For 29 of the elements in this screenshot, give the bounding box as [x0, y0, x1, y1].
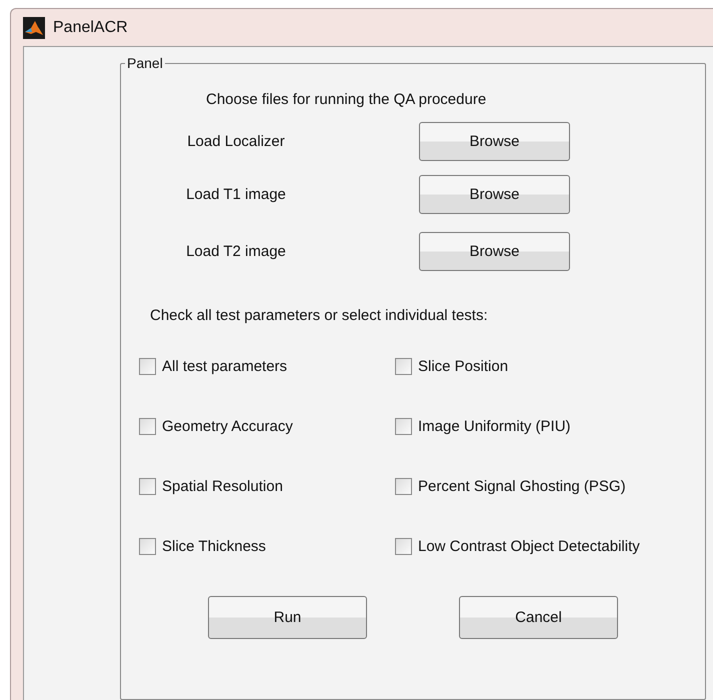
checkbox[interactable] — [395, 418, 412, 434]
panel-title: Panel — [126, 55, 164, 71]
checkbox-label: All test parameters — [162, 358, 288, 374]
checkbox-label: Low Contrast Object Detectability — [418, 538, 640, 554]
file-label: Load Localizer — [186, 133, 286, 150]
checkbox-label: Spatial Resolution — [162, 478, 283, 494]
checkbox[interactable] — [395, 538, 412, 554]
cancel-button[interactable]: Cancel — [459, 596, 618, 639]
browse-button[interactable]: Browse — [419, 232, 570, 271]
file-label: Load T1 image — [185, 186, 287, 203]
checkbox-label: Image Uniformity (PIU) — [418, 418, 571, 434]
checkbox[interactable] — [395, 358, 412, 374]
checkbox-label: Slice Position — [418, 358, 508, 374]
instruction-text: Choose files for running the QA procedure — [206, 91, 488, 108]
tests-prompt: Check all test parameters or select individual tests: — [150, 307, 489, 324]
checkbox-label: Percent Signal Ghosting (PSG) — [418, 478, 626, 494]
checkbox[interactable] — [139, 538, 156, 554]
checkbox[interactable] — [395, 478, 412, 494]
checkbox[interactable] — [139, 478, 156, 494]
window-title: PanelACR — [53, 18, 128, 36]
checkbox[interactable] — [139, 358, 156, 374]
run-button[interactable]: Run — [208, 596, 367, 639]
browse-button[interactable]: Browse — [419, 175, 570, 214]
file-label: Load T2 image — [185, 243, 287, 260]
checkbox-label: Geometry Accuracy — [162, 418, 293, 434]
checkbox[interactable] — [139, 418, 156, 434]
peak-surface-icon — [23, 16, 45, 38]
browse-button[interactable]: Browse — [419, 122, 570, 161]
checkbox-label: Slice Thickness — [162, 538, 266, 554]
